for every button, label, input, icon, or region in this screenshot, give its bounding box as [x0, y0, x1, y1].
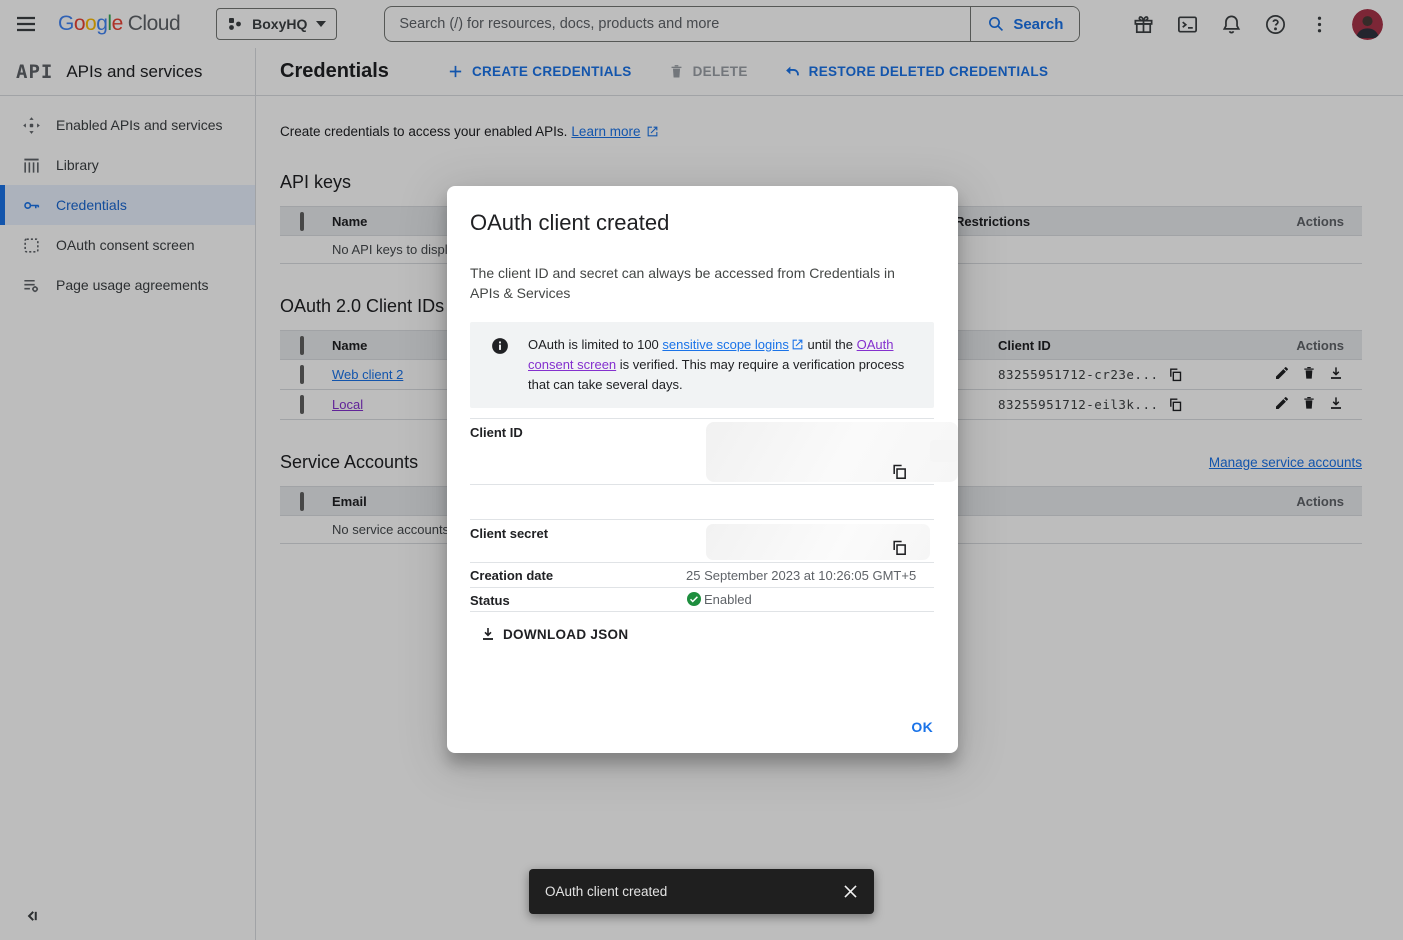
- sensitive-scope-logins-link[interactable]: sensitive scope logins: [662, 337, 788, 352]
- download-json-button[interactable]: DOWNLOAD JSON: [480, 626, 628, 642]
- client-secret-row: Client secret: [470, 519, 934, 563]
- google-cloud-console: Google Cloud BoxyHQ Search: [0, 0, 1403, 940]
- copy-icon[interactable]: [891, 539, 908, 556]
- toast-message: OAuth client created: [545, 884, 667, 899]
- oauth-client-created-dialog: OAuth client created The client ID and s…: [447, 186, 958, 753]
- row-spacer: [470, 485, 934, 519]
- dialog-subtitle: The client ID and secret can always be a…: [470, 263, 915, 303]
- dialog-title: OAuth client created: [470, 210, 934, 236]
- dialog-fields: Client ID Client secret Creation date 25…: [470, 418, 934, 612]
- close-icon[interactable]: [841, 882, 860, 901]
- creation-date-label: Creation date: [470, 563, 686, 583]
- status-row: Status Enabled: [470, 588, 934, 612]
- creation-date-row: Creation date 25 September 2023 at 10:26…: [470, 563, 934, 588]
- toast-snackbar: OAuth client created: [529, 869, 874, 914]
- client-secret-label: Client secret: [470, 520, 686, 541]
- check-circle-icon: [686, 591, 702, 607]
- ok-button[interactable]: OK: [911, 719, 933, 735]
- client-id-redacted-value: [930, 440, 958, 462]
- client-id-row: Client ID: [470, 418, 934, 485]
- copy-icon[interactable]: [891, 463, 908, 480]
- creation-date-value: 25 September 2023 at 10:26:05 GMT+5: [686, 563, 916, 583]
- client-id-redacted-value: [706, 422, 958, 482]
- download-icon: [480, 626, 496, 642]
- status-text: Enabled: [704, 592, 752, 607]
- status-value: Enabled: [686, 588, 752, 607]
- status-label: Status: [470, 588, 686, 608]
- client-id-label: Client ID: [470, 419, 686, 440]
- external-link-icon: [791, 338, 804, 351]
- info-icon: [491, 337, 509, 355]
- oauth-limit-notice: OAuth is limited to 100 sensitive scope …: [470, 322, 934, 408]
- notice-text: OAuth is limited to 100 sensitive scope …: [528, 335, 919, 395]
